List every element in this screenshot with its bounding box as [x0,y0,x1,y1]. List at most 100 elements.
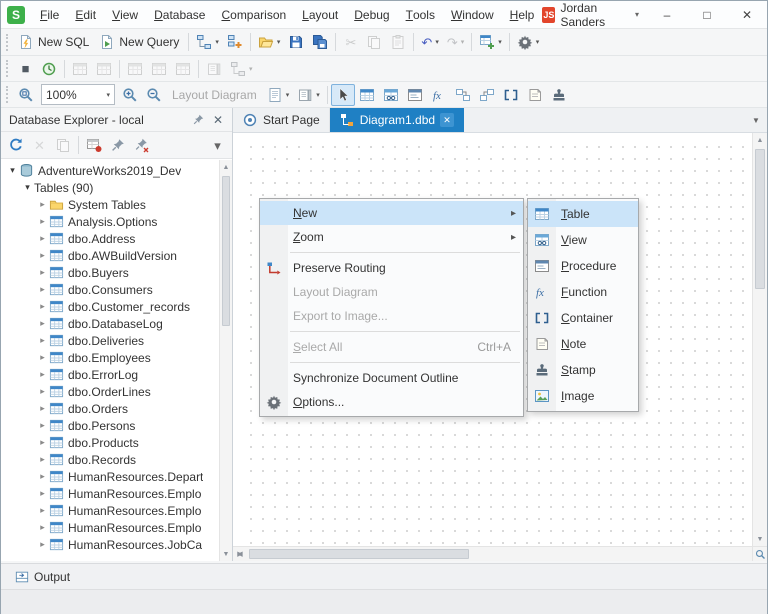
scroll-down-icon[interactable]: ▼ [220,547,232,561]
tree-item-dbo-orders[interactable]: ▸ dbo.Orders [1,400,219,417]
tree-caret-icon[interactable]: ▸ [36,352,49,363]
menu-item-layout-diagram[interactable]: Layout Diagram [260,280,523,304]
tree-caret-icon[interactable]: ▸ [36,403,49,414]
tree-caret-icon[interactable]: ▸ [36,335,49,346]
menu-database[interactable]: Database [146,1,213,28]
menu-item-stamp[interactable]: Stamp [528,357,638,383]
tree-caret-icon[interactable]: ▸ [36,471,49,482]
stop-button[interactable]: ■ [14,58,37,80]
tree-caret-icon[interactable]: ▸ [36,437,49,448]
toolbar-grip[interactable] [6,33,10,51]
output-tool-window-button[interactable]: Output [5,567,80,587]
menu-comparison[interactable]: Comparison [213,1,294,28]
toolbar-grip[interactable] [6,60,10,77]
open-file-button[interactable]: ▾ [254,31,285,53]
tree-caret-icon[interactable]: ▸ [36,522,49,533]
tree-item-dbo-customer-records[interactable]: ▸ dbo.Customer_records [1,298,219,315]
tab-diagram1-dbd[interactable]: Diagram1.dbd ✕ [329,108,465,132]
tree-caret-icon[interactable]: ▸ [36,318,49,329]
tree-item-dbo-orderlines[interactable]: ▸ dbo.OrderLines [1,383,219,400]
note-tool-button[interactable] [523,84,547,106]
app-logo-icon[interactable]: S [7,5,25,24]
zoom-corner-button[interactable] [752,546,767,561]
new-query-button[interactable]: New Query [95,31,185,53]
canvas-vertical-scrollbar[interactable]: ▲ ▼ [752,133,767,546]
tree-caret-icon[interactable]: ▸ [36,454,49,465]
tree-caret-icon[interactable]: ▸ [36,216,49,227]
print-preview-button[interactable]: ▾ [293,84,324,106]
tree-item-system-tables[interactable]: ▸ System Tables [1,196,219,213]
tree-caret-icon[interactable]: ▸ [36,488,49,499]
menu-window[interactable]: Window [443,1,502,28]
menu-item-options[interactable]: Options... [260,390,523,414]
menu-help[interactable]: Help [502,1,543,28]
tree-caret-icon[interactable]: ▸ [36,199,49,210]
user-account[interactable]: JS Jordan Sanders ▾ [542,1,639,29]
menu-item-function[interactable]: Function [528,279,638,305]
procedure-tool-button[interactable] [403,84,427,106]
tree-item-dbo-persons[interactable]: ▸ dbo.Persons [1,417,219,434]
save-all-button[interactable] [308,31,332,53]
new-diagram-button[interactable]: ▾ [192,31,223,53]
menu-item-container[interactable]: Container [528,305,638,331]
scrollbar-thumb[interactable] [222,176,230,326]
retrieve-data-button[interactable] [92,58,116,80]
toolbar-overflow-button[interactable]: ▾ [206,134,229,156]
menu-file[interactable]: File [32,1,67,28]
new-sql-button[interactable]: New SQL [14,31,95,53]
duplicate-object-button[interactable] [51,134,75,156]
stop-refresh-button[interactable]: ✕ [28,134,51,156]
tree-caret-icon[interactable]: ▸ [36,505,49,516]
tree-caret-icon[interactable]: ▸ [36,369,49,380]
stamp-tool-button[interactable] [547,84,571,106]
pin-table-button[interactable] [82,134,106,156]
scroll-down-icon[interactable]: ▼ [753,532,767,546]
add-diagram-object-button[interactable] [223,31,247,53]
tree-item-dbo-records[interactable]: ▸ dbo.Records [1,451,219,468]
zoom-in-button[interactable] [118,84,142,106]
close-button[interactable]: ✕ [727,1,767,28]
menu-item-new[interactable]: New ▸ [260,201,523,225]
redo-button[interactable]: ↷ ▾ [443,31,468,53]
menu-item-zoom[interactable]: Zoom ▸ [260,225,523,249]
scroll-up-icon[interactable]: ▲ [220,160,232,174]
menu-item-view[interactable]: View [528,227,638,253]
menu-item-image[interactable]: Image [528,383,638,409]
save-button[interactable] [284,31,308,53]
tree-item-humanresources-emplo[interactable]: ▸ HumanResources.Emplo [1,485,219,502]
menu-debug[interactable]: Debug [346,1,397,28]
menu-item-procedure[interactable]: Procedure [528,253,638,279]
scrollbar-thumb[interactable] [755,149,765,289]
tree-item-dbo-consumers[interactable]: ▸ dbo.Consumers [1,281,219,298]
tree-item-dbo-products[interactable]: ▸ dbo.Products [1,434,219,451]
relation-tool-button[interactable] [451,84,475,106]
canvas-horizontal-scrollbar[interactable]: ◀ ▶ [233,546,752,561]
tab-start-page[interactable]: Start Page [233,108,330,132]
copy-button[interactable] [362,31,386,53]
edit-data-button[interactable] [68,58,92,80]
report-view-button[interactable] [171,58,195,80]
menu-layout[interactable]: Layout [294,1,346,28]
new-object-button[interactable]: ▾ [475,31,506,53]
unpin-all-button[interactable] [130,134,154,156]
tree-item-dbo-databaselog[interactable]: ▸ dbo.DatabaseLog [1,315,219,332]
menu-edit[interactable]: Edit [67,1,104,28]
zoom-fit-button[interactable] [14,84,38,106]
tab-list-chevron-icon[interactable]: ▼ [745,108,767,132]
tree-item-humanresources-emplo[interactable]: ▸ HumanResources.Emplo [1,502,219,519]
diagram-options-button[interactable]: ▾ [226,58,257,80]
tree-item-dbo-errorlog[interactable]: ▸ dbo.ErrorLog [1,366,219,383]
maximize-button[interactable]: □ [687,1,727,28]
explorer-scrollbar[interactable]: ▲ ▼ [219,160,232,561]
tree-caret-icon[interactable]: ▸ [36,301,49,312]
tree-caret-icon[interactable]: ▾ [21,182,34,193]
function-tool-button[interactable] [427,84,451,106]
view-tool-button[interactable] [379,84,403,106]
menu-view[interactable]: View [104,1,146,28]
minimize-button[interactable]: – [647,1,687,28]
scrollbar-thumb[interactable] [249,549,469,559]
cut-button[interactable]: ✂ [339,31,362,53]
zoom-level-combo[interactable]: 100% ▾ [41,84,115,105]
tree-item-dbo-deliveries[interactable]: ▸ dbo.Deliveries [1,332,219,349]
tree-item-analysis-options[interactable]: ▸ Analysis.Options [1,213,219,230]
